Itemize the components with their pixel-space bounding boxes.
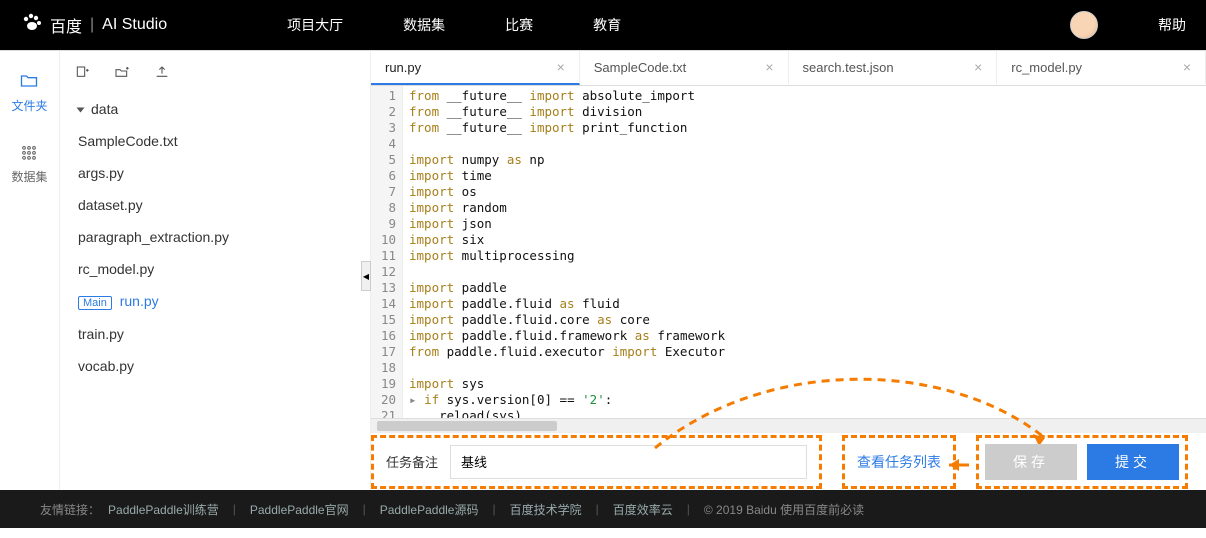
rail-files[interactable]: 文件夹	[11, 71, 47, 114]
close-icon[interactable]: ×	[557, 59, 565, 75]
editor: ◀ run.py× SampleCode.txt× search.test.js…	[370, 51, 1206, 490]
tree-folder-data[interactable]: data	[74, 93, 356, 125]
code-editor[interactable]: 123456789101112131415161718192021222324 …	[371, 86, 1206, 418]
tree-item[interactable]: rc_model.py	[74, 253, 356, 285]
folder-icon	[19, 71, 39, 91]
tree-main-file: run.py	[120, 293, 159, 309]
footer-copyright: © 2019 Baidu 使用百度前必读	[704, 501, 864, 518]
horizontal-scrollbar[interactable]	[371, 418, 1206, 432]
new-folder-icon[interactable]	[114, 65, 130, 81]
file-tree: data SampleCode.txt args.py dataset.py p…	[74, 93, 356, 382]
footer-link[interactable]: PaddlePaddle源码	[380, 501, 479, 518]
avatar[interactable]	[1070, 11, 1098, 39]
tree-item[interactable]: paragraph_extraction.py	[74, 221, 356, 253]
close-icon[interactable]: ×	[974, 59, 982, 75]
remark-label: 任务备注	[386, 452, 438, 471]
logo[interactable]: 百度 | AI Studio	[20, 10, 167, 40]
bottom-bar: 任务备注 查看任务列表 保存 提交	[371, 432, 1206, 490]
code-content[interactable]: from __future__ import absolute_importfr…	[403, 86, 1206, 418]
remark-box: 任务备注	[371, 435, 822, 489]
nav-competitions[interactable]: 比赛	[505, 15, 533, 35]
main-area: 文件夹 数据集 data SampleCode.txt args.py data…	[0, 50, 1206, 490]
left-rail: 文件夹 数据集	[0, 51, 60, 490]
top-nav: 项目大厅 数据集 比赛 教育	[287, 15, 621, 35]
collapse-panel-button[interactable]: ◀	[361, 261, 371, 291]
rail-datasets-label: 数据集	[11, 168, 47, 185]
tree-item[interactable]: args.py	[74, 157, 356, 189]
footer-link[interactable]: PaddlePaddle训练营	[108, 501, 219, 518]
footer-link[interactable]: PaddlePaddle官网	[250, 501, 349, 518]
rail-datasets[interactable]: 数据集	[11, 142, 47, 185]
top-bar: 百度 | AI Studio 项目大厅 数据集 比赛 教育 帮助	[0, 0, 1206, 50]
tree-item[interactable]: train.py	[74, 318, 356, 350]
upload-icon[interactable]	[154, 65, 170, 81]
footer: 友情链接： PaddlePaddle训练营| PaddlePaddle官网| P…	[0, 490, 1206, 528]
scrollbar-thumb[interactable]	[377, 421, 557, 431]
nav-projects[interactable]: 项目大厅	[287, 15, 343, 35]
logo-studio: AI Studio	[102, 16, 167, 34]
tab-searchjson[interactable]: search.test.json ×	[789, 51, 998, 85]
nav-datasets[interactable]: 数据集	[403, 15, 445, 35]
view-tasks-link[interactable]: 查看任务列表	[857, 452, 941, 472]
tab-label: SampleCode.txt	[594, 60, 687, 75]
help-link[interactable]: 帮助	[1158, 15, 1186, 35]
paw-icon	[20, 10, 44, 40]
submit-box: 保存 提交	[976, 435, 1188, 489]
tab-rcmodel[interactable]: rc_model.py ×	[997, 51, 1206, 85]
view-tasks-box: 查看任务列表	[842, 435, 956, 489]
tree-item[interactable]: SampleCode.txt	[74, 125, 356, 157]
tree-item[interactable]: vocab.py	[74, 350, 356, 382]
remark-input[interactable]	[450, 445, 807, 479]
annotation-arrow-icon	[945, 456, 971, 474]
logo-baidu: 百度	[50, 13, 82, 37]
tab-samplecode[interactable]: SampleCode.txt ×	[580, 51, 789, 85]
line-gutter: 123456789101112131415161718192021222324	[371, 86, 403, 418]
logo-separator: |	[90, 16, 94, 34]
editor-tabs: run.py × SampleCode.txt × search.test.json…	[371, 51, 1206, 86]
rail-files-label: 文件夹	[11, 97, 47, 114]
footer-link[interactable]: 百度效率云	[613, 501, 673, 518]
tree-item[interactable]: dataset.py	[74, 189, 356, 221]
nav-education[interactable]: 教育	[593, 15, 621, 35]
footer-link[interactable]: 百度技术学院	[510, 501, 582, 518]
submit-button[interactable]: 提交	[1087, 444, 1179, 480]
tree-item-main[interactable]: Main run.py	[74, 285, 356, 318]
main-badge: Main	[78, 296, 112, 310]
tab-label: run.py	[385, 60, 421, 75]
file-actions	[74, 61, 356, 93]
tab-label: search.test.json	[803, 60, 894, 75]
tab-label: rc_model.py	[1011, 60, 1082, 75]
new-file-icon[interactable]	[74, 65, 90, 81]
tab-runpy[interactable]: run.py ×	[371, 51, 580, 85]
footer-label: 友情链接：	[40, 501, 100, 518]
close-icon[interactable]: ×	[765, 59, 773, 75]
tree-folder-label: data	[91, 101, 118, 117]
close-icon[interactable]: ×	[1183, 59, 1191, 75]
file-panel: data SampleCode.txt args.py dataset.py p…	[60, 51, 370, 490]
dataset-icon	[19, 142, 39, 162]
save-button[interactable]: 保存	[985, 444, 1077, 480]
